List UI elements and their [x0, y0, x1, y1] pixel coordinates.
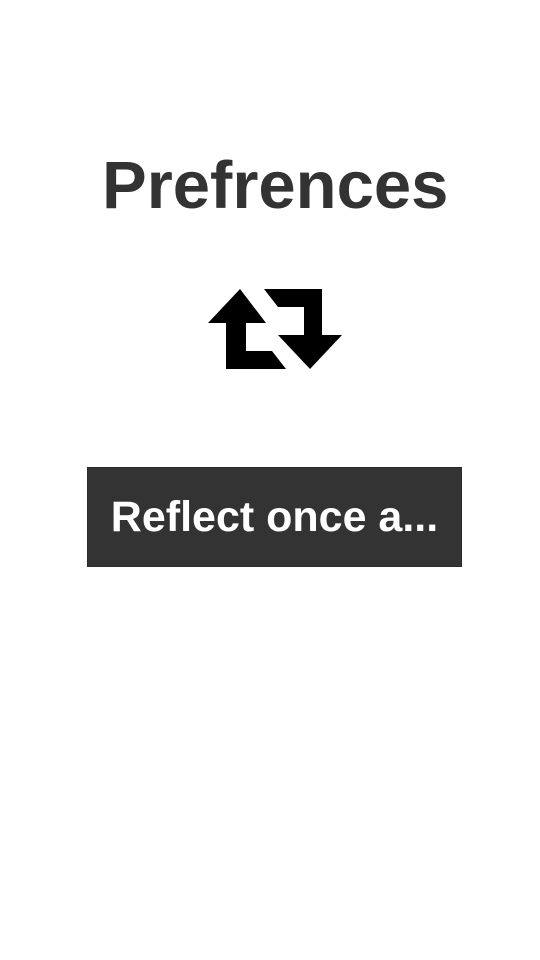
page-title: Prefrences	[102, 148, 449, 223]
reflect-frequency-label: Reflect once a...	[110, 492, 439, 541]
reflect-frequency-button[interactable]: Reflect once a...	[87, 467, 462, 567]
repeat-arrows-icon[interactable]	[208, 289, 342, 369]
